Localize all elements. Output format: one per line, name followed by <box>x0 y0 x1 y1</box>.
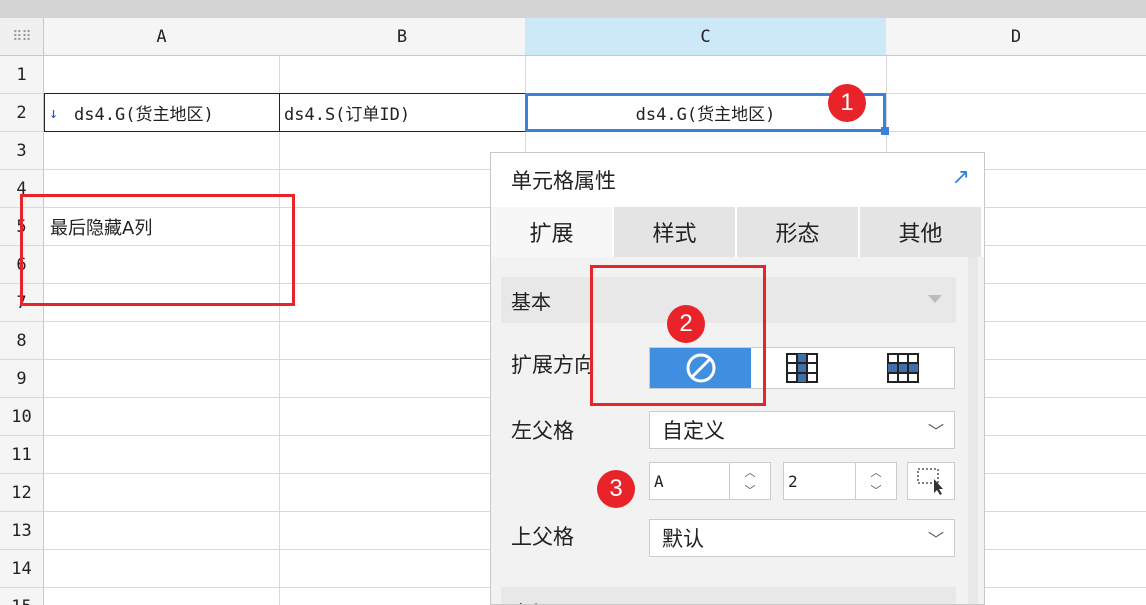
row-header[interactable]: 1 <box>0 56 44 94</box>
section-advanced[interactable]: 高级 <box>501 587 956 604</box>
expand-horizontal-option[interactable] <box>853 348 954 388</box>
increment-icon[interactable]: ︿ <box>730 463 770 481</box>
row-header[interactable]: 15 <box>0 588 44 605</box>
left-parent-label: 左父格 <box>511 419 574 443</box>
annotation-badge-2: 2 <box>667 305 705 343</box>
annotation-badge-1: 1 <box>828 84 866 122</box>
tab-expand[interactable]: 扩展 <box>491 207 614 257</box>
tab-other[interactable]: 其他 <box>860 207 981 257</box>
collapse-caret-icon <box>928 295 942 303</box>
decrement-icon[interactable]: ﹀ <box>730 481 770 499</box>
left-parent-row-value: 2 <box>788 471 798 491</box>
expand-arrow-icon[interactable]: ↗ <box>952 165 970 190</box>
row-header[interactable]: 14 <box>0 550 44 588</box>
chevron-down-icon: ﹀ <box>927 422 944 441</box>
increment-icon[interactable]: ︿ <box>856 463 896 481</box>
cell-a2[interactable]: ↓ ds4.G(货主地区) <box>44 93 280 132</box>
horizontal-expand-icon <box>887 353 920 383</box>
expand-down-icon: ↓ <box>49 103 59 122</box>
left-parent-column-value: A <box>654 471 664 491</box>
vertical-expand-icon <box>785 353 818 383</box>
section-basic-label: 基本 <box>511 289 551 314</box>
select-all-corner[interactable]: ⠿⠿ <box>0 18 44 56</box>
top-toolbar-strip <box>0 0 1146 18</box>
row-header[interactable]: 11 <box>0 436 44 474</box>
top-parent-value: 默认 <box>662 527 704 551</box>
section-advanced-label: 高级 <box>511 597 551 604</box>
top-parent-label: 上父格 <box>511 525 574 549</box>
annotation-box-a-column <box>20 194 295 306</box>
row-header[interactable]: 2 <box>0 94 44 132</box>
decrement-icon[interactable]: ﹀ <box>856 481 896 499</box>
left-parent-row-input[interactable]: 2 ︿ ﹀ <box>783 462 897 500</box>
column-header-c[interactable]: C <box>525 18 887 56</box>
tab-style[interactable]: 样式 <box>614 207 737 257</box>
panel-title: 单元格属性 <box>511 169 616 193</box>
row-header[interactable]: 10 <box>0 398 44 436</box>
tab-form[interactable]: 形态 <box>737 207 860 257</box>
row-header[interactable]: 12 <box>0 474 44 512</box>
cell-b2[interactable]: ds4.S(订单ID) <box>279 93 526 132</box>
cell-b2-text: ds4.S(订单ID) <box>284 105 411 125</box>
cell-c2-text: ds4.G(货主地区) <box>635 105 776 125</box>
expand-vertical-option[interactable] <box>751 348 852 388</box>
panel-scrollbar[interactable] <box>968 257 978 604</box>
left-parent-value: 自定义 <box>662 419 725 443</box>
column-header-b[interactable]: B <box>279 18 526 56</box>
pick-cell-button[interactable] <box>907 462 955 500</box>
top-parent-select[interactable]: 默认 ﹀ <box>649 519 955 557</box>
row-header[interactable]: 13 <box>0 512 44 550</box>
column-header-d[interactable]: D <box>886 18 1146 56</box>
left-parent-column-input[interactable]: A ︿ ﹀ <box>649 462 771 500</box>
panel-tabs: 扩展 样式 形态 其他 <box>491 207 981 257</box>
cell-a2-text: ds4.G(货主地区) <box>74 105 214 125</box>
fill-handle[interactable] <box>881 127 889 135</box>
expand-direction-label: 扩展方向 <box>511 353 595 377</box>
row-header[interactable]: 8 <box>0 322 44 360</box>
chevron-down-icon: ﹀ <box>927 530 944 549</box>
annotation-badge-3: 3 <box>597 470 635 508</box>
column-header-a[interactable]: A <box>44 18 280 56</box>
row-header[interactable]: 3 <box>0 132 44 170</box>
left-parent-select[interactable]: 自定义 ﹀ <box>649 411 955 449</box>
row-header[interactable]: 9 <box>0 360 44 398</box>
cell-picker-icon <box>917 468 943 495</box>
